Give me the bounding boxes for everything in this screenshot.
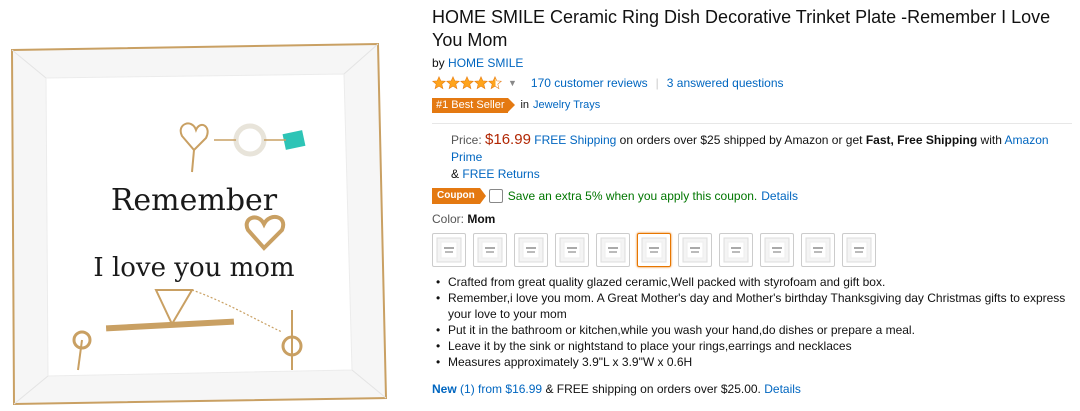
feature-bullets: Crafted from great quality glazed cerami… [432, 274, 1072, 370]
color-swatch[interactable] [801, 233, 835, 267]
color-swatch[interactable] [637, 233, 671, 267]
color-swatch[interactable] [555, 233, 589, 267]
coupon-details-link[interactable]: Details [761, 189, 798, 203]
byline-prefix: by [432, 56, 445, 70]
coupon-badge: Coupon [432, 187, 486, 204]
new-offers-link[interactable]: New [432, 382, 457, 396]
coupon-checkbox[interactable] [488, 188, 503, 203]
offers-count[interactable]: (1) [460, 382, 475, 396]
color-swatch[interactable] [719, 233, 753, 267]
shipping-text: on orders over $25 shipped by Amazon or … [619, 133, 863, 147]
swatch-thumbnail [477, 237, 503, 263]
byline: by HOME SMILE [432, 56, 1072, 70]
swatch-thumbnail [723, 237, 749, 263]
image-text-love: I love you mom [93, 253, 294, 283]
separator: | [655, 76, 659, 90]
swatch-thumbnail [436, 237, 462, 263]
color-swatch[interactable] [842, 233, 876, 267]
free-shipping-link[interactable]: FREE Shipping [534, 133, 616, 147]
fast-free-shipping: Fast, Free Shipping [865, 133, 978, 147]
star-rating[interactable] [432, 76, 502, 90]
color-swatch[interactable] [432, 233, 466, 267]
price-label: Price: [451, 133, 482, 147]
color-label: Color: [432, 212, 465, 226]
product-image[interactable]: Remember I love you mom [6, 40, 388, 406]
free-returns-link[interactable]: FREE Returns [462, 167, 539, 181]
feature-bullet: Put it in the bathroom or kitchen,while … [432, 322, 1072, 338]
coupon-row: Coupon Save an extra 5% when you apply t… [432, 187, 1072, 204]
offers-shipping-text: & FREE shipping on orders over $25.00. [545, 382, 761, 396]
best-seller-badge[interactable]: #1 Best Seller [432, 97, 517, 113]
reviews-link[interactable]: 170 customer reviews [531, 76, 648, 90]
swatch-thumbnail [518, 237, 544, 263]
star-icon [446, 76, 460, 90]
category-link[interactable]: Jewelry Trays [533, 99, 600, 111]
color-swatch[interactable] [514, 233, 548, 267]
color-value: Mom [467, 212, 496, 226]
rating-row: ▼ 170 customer reviews | 3 answered ques… [432, 75, 1072, 91]
color-swatch[interactable] [596, 233, 630, 267]
star-icon [432, 76, 446, 90]
swatch-thumbnail [764, 237, 790, 263]
offers-row: New (1) from $16.99 & FREE shipping on o… [432, 382, 1072, 396]
image-text-remember: Remember [111, 183, 278, 218]
amp-text: & [451, 167, 460, 181]
coupon-text[interactable]: Save an extra 5% when you apply this cou… [508, 189, 758, 203]
swatch-thumbnail [805, 237, 831, 263]
color-swatch[interactable] [760, 233, 794, 267]
swatch-thumbnail [682, 237, 708, 263]
swatch-thumbnail [600, 237, 626, 263]
best-seller-in: in [520, 99, 530, 111]
offers-price[interactable]: $16.99 [505, 382, 542, 396]
offers-from[interactable]: from [478, 382, 502, 396]
feature-bullet: Leave it by the sink or nightstand to pl… [432, 338, 1072, 354]
feature-bullet: Crafted from great quality glazed cerami… [432, 274, 1072, 290]
product-title: HOME SMILE Ceramic Ring Dish Decorative … [432, 7, 1051, 50]
price-block: Price: $16.99 FREE Shipping on orders ov… [432, 131, 1072, 183]
feature-bullet: Measures approximately 3.9"L x 3.9"W x 0… [432, 354, 1072, 370]
price-amount: $16.99 [485, 131, 531, 148]
brand-link[interactable]: HOME SMILE [448, 56, 523, 70]
color-swatch[interactable] [473, 233, 507, 267]
divider [432, 123, 1072, 124]
product-details: HOME SMILE Ceramic Ring Dish Decorative … [432, 6, 1072, 396]
feature-bullet: Remember,i love you mom. A Great Mother'… [432, 290, 1072, 322]
offers-details-link[interactable]: Details [764, 382, 801, 396]
swatch-thumbnail [641, 237, 667, 263]
color-swatches [432, 233, 1072, 267]
swatch-thumbnail [846, 237, 872, 263]
color-swatch[interactable] [678, 233, 712, 267]
star-half-icon [488, 76, 502, 90]
best-seller-row: #1 Best Seller in Jewelry Trays [432, 97, 1072, 113]
star-icon [474, 76, 488, 90]
swatch-thumbnail [559, 237, 585, 263]
color-row: Color: Mom [432, 212, 1072, 226]
star-icon [460, 76, 474, 90]
chevron-down-icon[interactable]: ▼ [508, 78, 517, 88]
questions-link[interactable]: 3 answered questions [667, 76, 784, 90]
with-text: with [980, 133, 1002, 147]
